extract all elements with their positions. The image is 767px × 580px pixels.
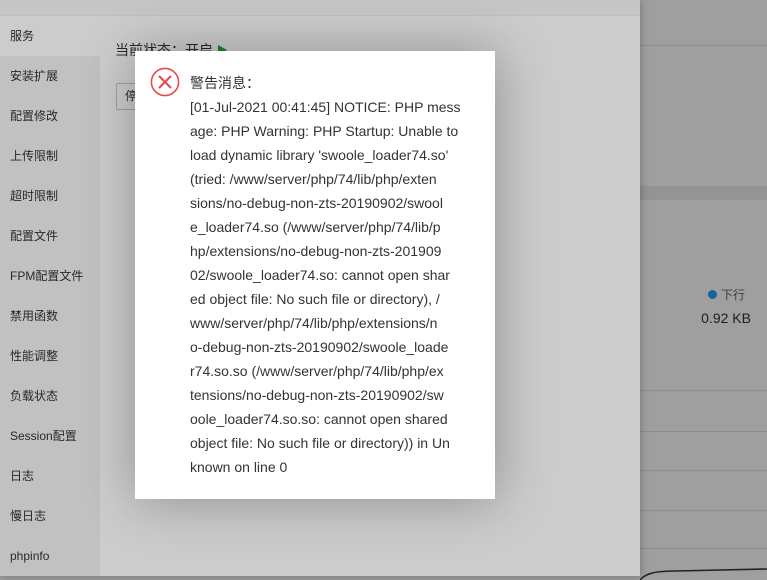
message-line: tensions/no-debug-non-zts-20190902/sw	[190, 387, 444, 403]
dialog-content: 警告消息： [01-Jul-2021 00:41:45] NOTICE: PHP…	[190, 71, 485, 479]
message-line: age: PHP Warning: PHP Startup: Unable to	[190, 123, 459, 139]
message-line: sions/no-debug-non-zts-20190902/swool	[190, 195, 443, 211]
error-circle-icon	[150, 67, 180, 97]
message-line: hp/extensions/no-debug-non-zts-201909	[190, 243, 442, 259]
message-line: object file: No such file or directory))…	[190, 435, 450, 451]
message-line: [01-Jul-2021 00:41:45] NOTICE: PHP mess	[190, 99, 461, 115]
message-line: 02/swoole_loader74.so: cannot open shar	[190, 267, 450, 283]
message-line: o-debug-non-zts-20190902/swoole_loade	[190, 339, 449, 355]
message-line: e_loader74.so (/www/server/php/74/lib/p	[190, 219, 441, 235]
message-line: r74.so.so (/www/server/php/74/lib/php/ex	[190, 363, 444, 379]
dialog-title: 警告消息：	[190, 75, 260, 91]
message-line: (tried: /www/server/php/74/lib/php/exten	[190, 171, 437, 187]
message-line: known on line 0	[190, 459, 288, 475]
message-line: load dynamic library 'swoole_loader74.so…	[190, 147, 449, 163]
message-line: ed object file: No such file or director…	[190, 291, 440, 307]
error-dialog: 警告消息： [01-Jul-2021 00:41:45] NOTICE: PHP…	[135, 51, 495, 499]
message-line: www/server/php/74/lib/php/extensions/n	[190, 315, 438, 331]
message-line: oole_loader74.so.so: cannot open shared	[190, 411, 448, 427]
